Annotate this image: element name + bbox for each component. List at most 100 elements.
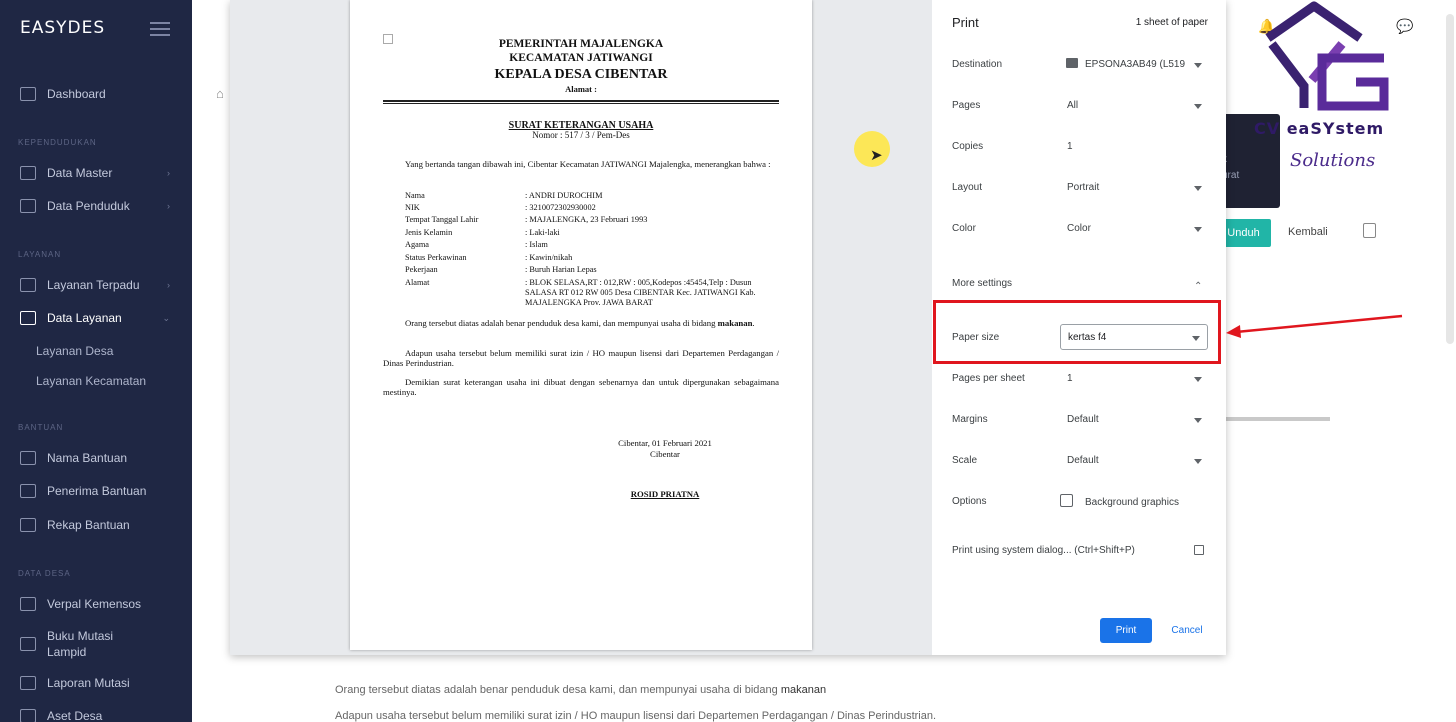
doc-paragraph-1: Orang tersebut diatas adalah benar pendu… — [405, 318, 755, 328]
sidebar-item-penerima-bantuan[interactable]: Penerima Bantuan — [0, 476, 192, 506]
page-scrollbar[interactable] — [1446, 14, 1454, 344]
field-value: : 3210072302930002 — [525, 203, 596, 212]
print-icon[interactable] — [1363, 223, 1376, 238]
sidebar-item-dashboard[interactable]: Dashboard — [0, 79, 192, 109]
preview-sheet: PEMERINTAH MAJALENGKA KECAMATAN JATIWANG… — [350, 0, 812, 650]
logo-company: CV eaSYstem — [1254, 119, 1385, 138]
open-external-icon[interactable] — [1194, 545, 1204, 555]
layout-select[interactable]: Portrait — [1067, 182, 1099, 193]
system-dialog-link[interactable]: Print using system dialog... (Ctrl+Shift… — [952, 545, 1135, 556]
print-button[interactable]: Print — [1100, 618, 1152, 643]
section-layanan: LAYANAN — [18, 250, 62, 259]
doc-paragraph-2: Adapun usaha tersebut belum memiliki sur… — [383, 348, 779, 368]
chevron-right-icon: › — [167, 280, 170, 290]
chevron-down-icon[interactable] — [1194, 186, 1202, 191]
destination-label: Destination — [952, 59, 1003, 70]
field-label: Agama — [405, 240, 429, 249]
document-icon — [20, 311, 36, 325]
sidebar-subitem-layanan-kecamatan[interactable]: Layanan Kecamatan — [36, 374, 146, 388]
field-label: Alamat — [405, 278, 430, 287]
company-logo: CV eaSYstem Solutions — [1252, 0, 1412, 185]
field-label: Jenis Kelamin — [405, 228, 453, 237]
print-title: Print — [952, 15, 979, 30]
sidebar-item-buku-mutasi-lampid[interactable]: Buku Mutasi Lampid — [0, 628, 192, 662]
pages-per-sheet-label: Pages per sheet — [952, 373, 1025, 384]
mouse-cursor-icon: ➤ — [870, 147, 883, 164]
menu-toggle-icon[interactable] — [150, 22, 170, 36]
field-value: : Kawin/nikah — [525, 253, 573, 262]
pages-label: Pages — [952, 100, 981, 111]
sidebar-item-layanan-terpadu[interactable]: Layanan Terpadu › — [0, 270, 192, 300]
folder-icon — [20, 166, 36, 180]
options-label: Options — [952, 496, 987, 507]
book-icon — [20, 637, 36, 651]
doc-header-1: PEMERINTAH MAJALENGKA — [498, 38, 664, 50]
highlight-box — [933, 300, 1221, 364]
sidebar-item-data-master[interactable]: Data Master › — [0, 158, 192, 188]
logo-mark-icon — [1265, 1, 1389, 111]
doc-header-2: KECAMATAN JATIWANGI — [509, 52, 653, 64]
header-rule — [383, 100, 779, 102]
sidebar-item-rekap-bantuan[interactable]: Rekap Bantuan — [0, 510, 192, 540]
list-icon — [20, 451, 36, 465]
doc-nomor: Nomor : 517 / 3 / Pem-Des — [532, 130, 630, 140]
background-graphics-label[interactable]: Background graphics — [1085, 497, 1179, 508]
field-value: : MAJALENGKA, 23 Februari 1993 — [525, 215, 648, 224]
cancel-button[interactable]: Cancel — [1164, 618, 1210, 643]
scale-label: Scale — [952, 455, 978, 466]
section-data-desa: DATA DESA — [18, 569, 71, 578]
margins-label: Margins — [952, 414, 988, 425]
progress-track — [1226, 417, 1330, 421]
chevron-down-icon: ⌄ — [162, 312, 170, 323]
printer-icon — [1066, 58, 1078, 68]
scale-select[interactable]: Default — [1067, 455, 1099, 466]
color-select[interactable]: Color — [1067, 223, 1091, 234]
doc-header-3: KEPALA DESA CIBENTAR — [494, 67, 668, 82]
section-bantuan: BANTUAN — [18, 423, 64, 432]
chevron-up-icon[interactable]: ⌃ — [1194, 281, 1202, 292]
chart-icon — [20, 676, 36, 690]
chevron-down-icon[interactable] — [1194, 227, 1202, 232]
sidebar-item-data-penduduk[interactable]: Data Penduduk › — [0, 191, 192, 221]
pages-per-sheet-select[interactable]: 1 — [1067, 373, 1073, 384]
chevron-down-icon[interactable] — [1194, 63, 1202, 68]
destination-select[interactable]: EPSONA3AB49 (L519( — [1085, 59, 1185, 70]
logo-tagline: Solutions — [1290, 150, 1376, 171]
background-graphics-checkbox[interactable] — [1060, 494, 1073, 507]
sidebar-item-nama-bantuan[interactable]: Nama Bantuan — [0, 443, 192, 473]
sidebar: EASYDES Dashboard KEPENDUDUKAN Data Mast… — [0, 0, 192, 722]
field-label: Status Perkawinan — [405, 253, 467, 262]
sidebar-item-verpal-kemensos[interactable]: Verpal Kemensos — [0, 589, 192, 619]
app-brand: EASYDES — [20, 18, 106, 38]
chevron-down-icon[interactable] — [1194, 459, 1202, 464]
pages-select[interactable]: All — [1067, 100, 1078, 111]
field-value: : BLOK SELASA,RT : 012,RW : 005,Kodepos … — [525, 278, 756, 307]
users-icon — [20, 199, 36, 213]
sidebar-subitem-layanan-desa[interactable]: Layanan Desa — [36, 344, 113, 358]
layout-label: Layout — [952, 182, 983, 193]
field-value: : Buruh Harian Lepas — [525, 265, 597, 274]
bg-paragraph-1: Orang tersebut diatas adalah benar pendu… — [335, 684, 827, 696]
field-label: Nama — [405, 191, 425, 200]
sidebar-item-aset-desa[interactable]: Aset Desa — [0, 701, 192, 722]
copies-input[interactable]: 1 — [1067, 141, 1073, 152]
sidebar-item-data-layanan[interactable]: Data Layanan ⌄ — [0, 303, 192, 333]
more-settings-toggle[interactable]: More settings — [952, 278, 1012, 289]
copies-label: Copies — [952, 141, 984, 152]
sheet-count: 1 sheet of paper — [1135, 17, 1208, 28]
dashboard-icon — [20, 87, 36, 101]
chevron-down-icon[interactable] — [1194, 418, 1202, 423]
chevron-down-icon[interactable] — [1194, 104, 1202, 109]
field-value: : ANDRI DUROCHIM — [525, 191, 603, 200]
field-value: : Islam — [525, 240, 548, 249]
color-label: Color — [952, 223, 976, 234]
kembali-link[interactable]: Kembali — [1288, 226, 1328, 238]
sign-place: Cibentar — [650, 449, 680, 459]
chevron-down-icon[interactable] — [1194, 377, 1202, 382]
service-icon — [20, 278, 36, 292]
margins-select[interactable]: Default — [1067, 414, 1099, 425]
sidebar-item-laporan-mutasi[interactable]: Laporan Mutasi — [0, 668, 192, 698]
signer-name: ROSID PRIATNA — [630, 489, 700, 499]
section-kependudukan: KEPENDUDUKAN — [18, 138, 97, 147]
home-icon[interactable]: ⌂ — [216, 86, 224, 101]
